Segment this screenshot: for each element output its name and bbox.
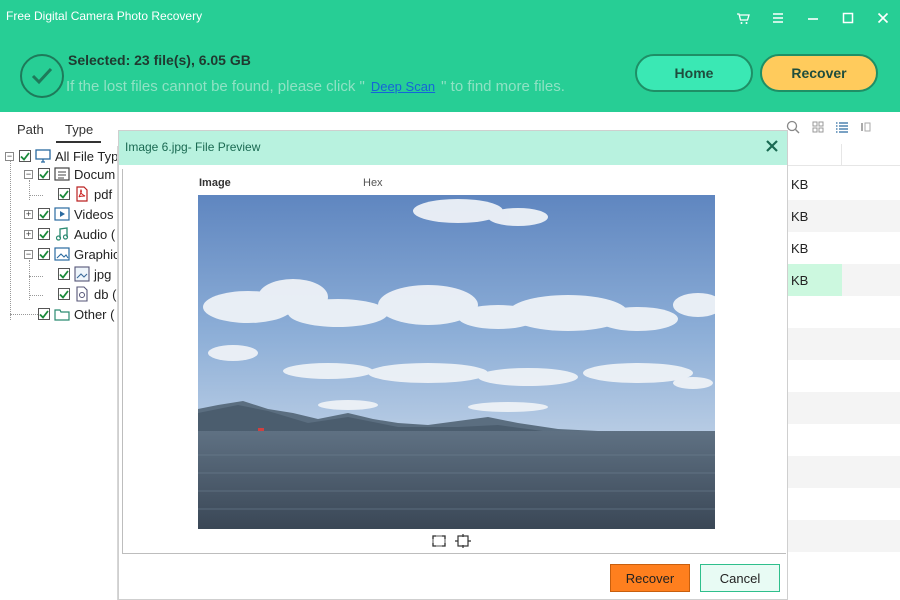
recover-button[interactable]: Recover <box>760 54 878 92</box>
close-icon[interactable] <box>765 139 779 153</box>
tree-item-videos[interactable]: + Videos <box>24 204 114 224</box>
window-controls <box>725 0 900 36</box>
tab-image[interactable]: Image <box>199 177 231 189</box>
checkbox-checked[interactable] <box>38 228 50 240</box>
tree-item-db[interactable]: db ( <box>58 284 116 304</box>
file-size: KB <box>791 272 809 288</box>
tab-path[interactable]: Path <box>17 122 44 137</box>
list-view-icon[interactable] <box>836 120 848 138</box>
tree-item-other[interactable]: Other ( <box>38 304 114 324</box>
preview-body: Image Hex <box>122 169 786 554</box>
empty-row <box>787 360 900 392</box>
tree-item-label: Other ( <box>74 306 115 322</box>
close-icon[interactable] <box>865 0 900 36</box>
video-icon <box>54 207 70 221</box>
image-icon <box>54 247 70 261</box>
jpg-file-icon <box>74 266 90 282</box>
home-button[interactable]: Home <box>635 54 753 92</box>
cart-icon[interactable] <box>725 0 760 36</box>
tree-item-jpg[interactable]: jpg <box>58 264 111 284</box>
app-title: Free Digital Camera Photo Recovery <box>6 9 203 23</box>
hint-text-before: If the lost files cannot be found, pleas… <box>66 78 365 95</box>
checkmark-icon <box>20 54 64 98</box>
image-tools <box>431 534 471 553</box>
file-size: KB <box>791 208 809 224</box>
monitor-icon <box>35 149 51 163</box>
tree-item-label: Graphic <box>74 246 118 262</box>
file-preview-dialog: Image 6.jpg- File Preview Image Hex Reco… <box>118 130 788 600</box>
preview-image <box>198 195 715 529</box>
dialog-cancel-button[interactable]: Cancel <box>700 564 780 592</box>
collapse-icon[interactable]: − <box>24 169 33 179</box>
grid-view-icon[interactable] <box>812 120 824 138</box>
empty-row <box>787 520 900 552</box>
checkbox-checked[interactable] <box>38 248 50 260</box>
minimize-icon[interactable] <box>795 0 830 36</box>
checkbox-checked[interactable] <box>58 188 70 200</box>
collapse-icon[interactable]: − <box>5 151 14 161</box>
actual-size-icon[interactable] <box>455 534 471 553</box>
music-icon <box>54 227 70 241</box>
search-icon[interactable] <box>786 120 800 139</box>
empty-row <box>787 552 900 584</box>
file-list-row-selected[interactable]: KB <box>787 264 900 296</box>
dialog-title-bar: Image 6.jpg- File Preview <box>119 131 787 165</box>
file-type-tree: − All File Typ − Docum pdf + Videos + Au… <box>0 146 118 600</box>
header-bar: Free Digital Camera Photo Recovery Selec… <box>0 0 900 112</box>
tab-hex[interactable]: Hex <box>363 177 383 189</box>
tree-item-label: pdf <box>94 186 113 202</box>
empty-row <box>787 392 900 424</box>
file-list-row[interactable]: KB <box>787 168 900 200</box>
selected-summary: Selected: 23 file(s), 6.05 GB <box>68 52 251 68</box>
tree-item-documents[interactable]: − Docum <box>24 164 115 184</box>
collapse-icon[interactable]: − <box>24 249 33 259</box>
empty-row <box>787 488 900 520</box>
file-size: KB <box>791 240 809 256</box>
file-list-row[interactable]: KB <box>787 232 900 264</box>
checkbox-checked[interactable] <box>58 288 70 300</box>
file-list-header <box>787 144 900 166</box>
scan-hint: If the lost files cannot be found, pleas… <box>66 78 565 95</box>
tree-item-pdf[interactable]: pdf <box>58 184 112 204</box>
checkbox-checked[interactable] <box>38 168 50 180</box>
fit-icon[interactable] <box>431 534 447 553</box>
tree-item-graphics[interactable]: − Graphic <box>24 244 118 264</box>
db-file-icon <box>74 286 90 302</box>
folder-icon <box>54 307 70 321</box>
document-icon <box>54 167 70 181</box>
detail-view-icon[interactable] <box>860 120 872 138</box>
checkbox-checked[interactable] <box>38 208 50 220</box>
menu-icon[interactable] <box>760 0 795 36</box>
checkbox-checked[interactable] <box>19 150 31 162</box>
tree-item-all-file-types[interactable]: − All File Typ <box>5 146 118 166</box>
tree-item-label: db ( <box>94 286 117 302</box>
deep-scan-link[interactable]: Deep Scan <box>371 79 435 94</box>
hint-text-after: " to find more files. <box>441 78 565 95</box>
file-size: KB <box>791 176 809 192</box>
tree-item-label: Audio ( <box>74 226 116 242</box>
tab-type[interactable]: Type <box>65 122 93 137</box>
empty-row <box>787 424 900 456</box>
dialog-title: Image 6.jpg- File Preview <box>125 140 261 154</box>
file-list-row[interactable]: KB <box>787 200 900 232</box>
empty-row <box>787 456 900 488</box>
tree-item-label: Videos <box>74 206 114 222</box>
tree-item-label: jpg <box>94 266 112 282</box>
empty-row <box>787 296 900 328</box>
tree-item-audio[interactable]: + Audio ( <box>24 224 115 244</box>
checkbox-checked[interactable] <box>38 308 50 320</box>
expand-icon[interactable]: + <box>24 209 33 219</box>
tree-item-label: All File Typ <box>55 148 118 164</box>
view-toolbar <box>784 120 900 138</box>
empty-row <box>787 328 900 360</box>
maximize-icon[interactable] <box>830 0 865 36</box>
tree-item-label: Docum <box>74 166 116 182</box>
pdf-icon <box>74 186 90 202</box>
checkbox-checked[interactable] <box>58 268 70 280</box>
active-tab-indicator <box>56 141 101 143</box>
dialog-recover-button[interactable]: Recover <box>610 564 690 592</box>
expand-icon[interactable]: + <box>24 229 33 239</box>
